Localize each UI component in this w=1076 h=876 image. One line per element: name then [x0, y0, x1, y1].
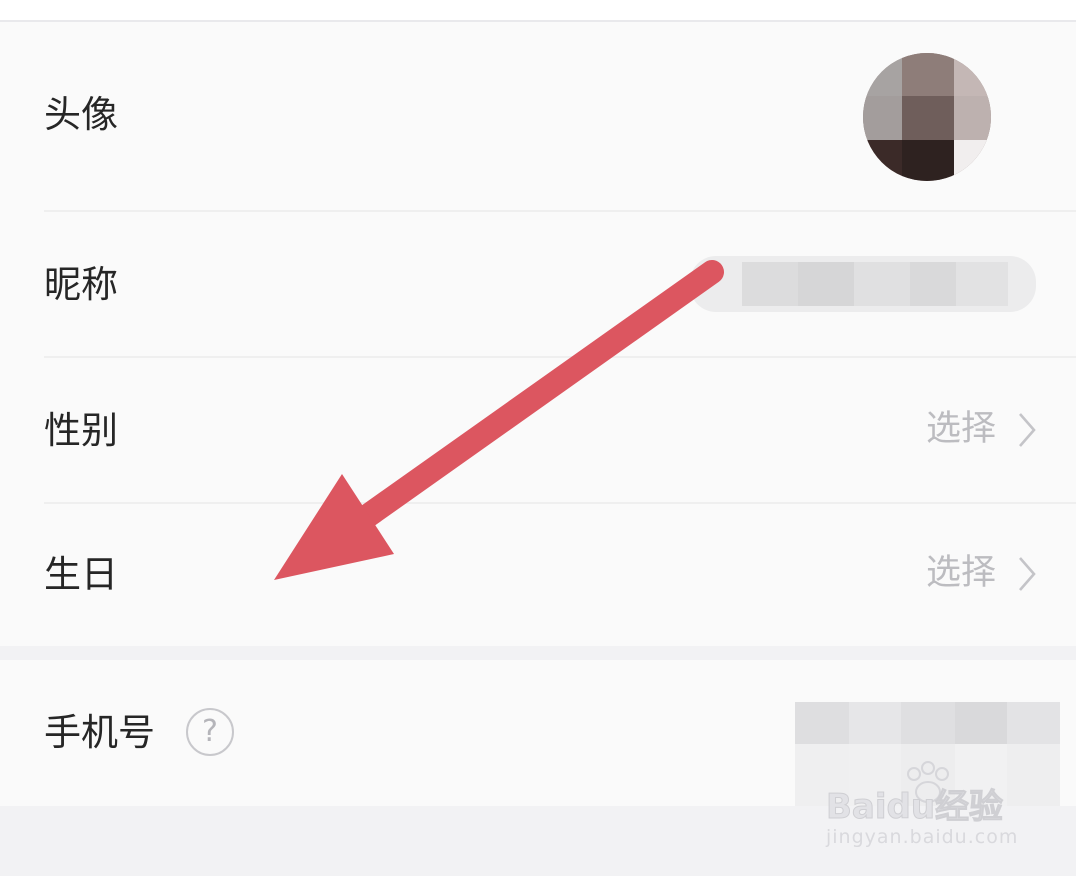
nickname-row[interactable]: 昵称	[0, 212, 1076, 358]
profile-section: 头像 昵称 性别 选择 生日 选择	[0, 22, 1076, 646]
avatar-row[interactable]: 头像	[0, 22, 1076, 212]
question-circle-icon[interactable]: ?	[186, 708, 234, 756]
gender-label: 性别	[44, 409, 118, 452]
nickname-label: 昵称	[44, 263, 118, 306]
phone-label: 手机号	[44, 711, 155, 754]
top-bar	[0, 0, 1076, 22]
avatar-image[interactable]	[847, 52, 1007, 182]
svg-text:Baidu经验: Baidu经验	[826, 787, 1003, 827]
avatar-label: 头像	[44, 93, 118, 136]
gender-value: 选择	[925, 409, 996, 449]
chevron-right-icon	[1019, 413, 1036, 447]
birthday-value: 选择	[925, 553, 996, 593]
watermark-url: jingyan.baidu.com	[826, 826, 1019, 848]
chevron-right-icon	[1019, 557, 1036, 591]
birthday-label: 生日	[44, 553, 118, 596]
nickname-value-blurred	[690, 256, 1036, 312]
birthday-row[interactable]: 生日 选择	[0, 504, 1076, 646]
gender-row[interactable]: 性别 选择	[0, 358, 1076, 504]
